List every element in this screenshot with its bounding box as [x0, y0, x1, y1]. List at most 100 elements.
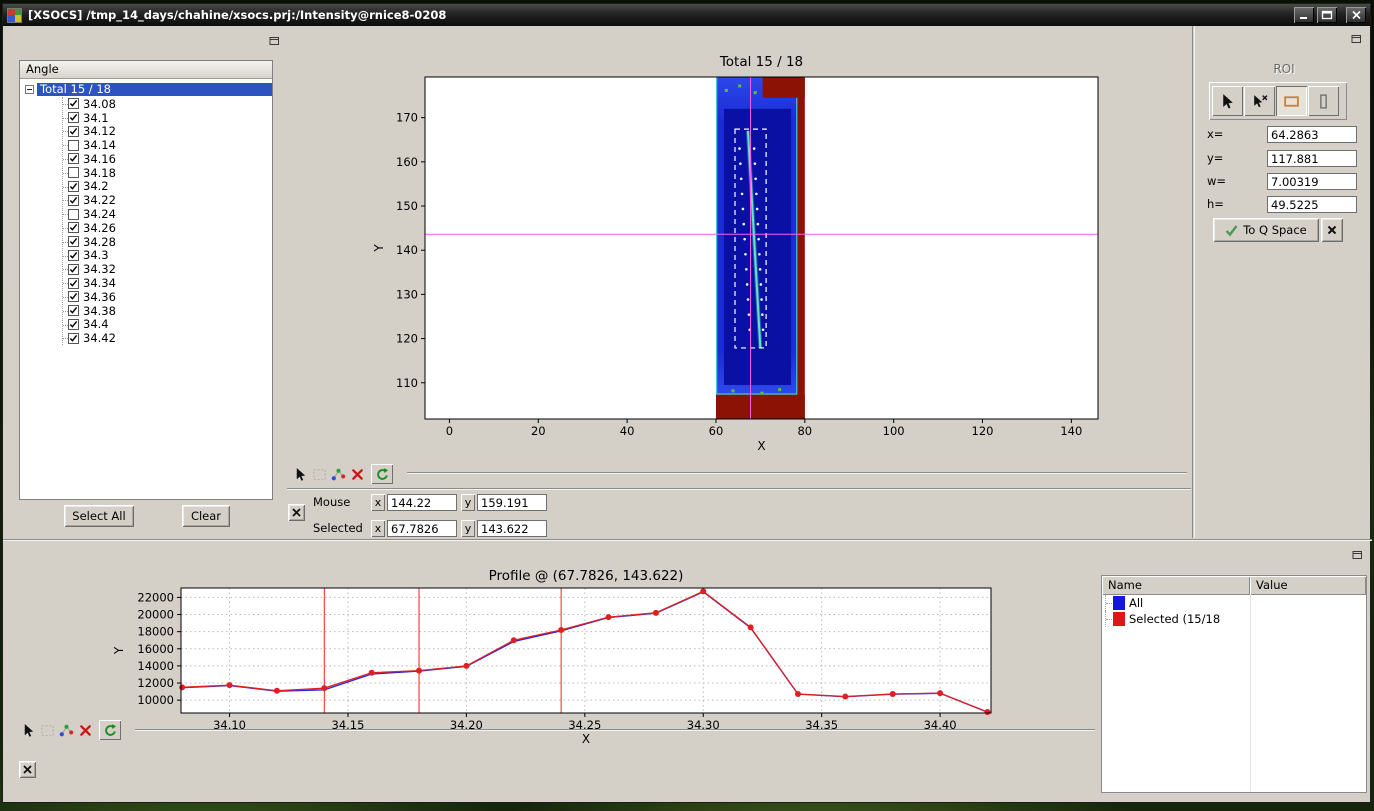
checkbox-checked-icon[interactable]: [68, 318, 79, 330]
checkbox-checked-icon[interactable]: [68, 263, 79, 275]
mouse-y-value[interactable]: 159.191: [477, 494, 547, 511]
checkbox-unchecked-icon[interactable]: [68, 208, 79, 220]
profile-plot-style-button[interactable]: [57, 721, 76, 739]
roi-tool-pointer-button[interactable]: [1212, 86, 1243, 116]
profile-close-button[interactable]: [19, 761, 36, 778]
svg-text:14000: 14000: [137, 659, 174, 673]
svg-text:X: X: [757, 439, 765, 453]
angle-item-34.28[interactable]: 34.28: [63, 235, 272, 249]
mouse-label: Mouse: [313, 495, 351, 509]
angle-item-label: 34.36: [83, 289, 116, 304]
angle-item-34.08[interactable]: 34.08: [63, 97, 272, 111]
legend-header-name[interactable]: Name: [1102, 576, 1250, 595]
checkbox-checked-icon[interactable]: [68, 332, 79, 344]
angle-item-34.38[interactable]: 34.38: [63, 304, 272, 318]
angle-item-34.3[interactable]: 34.3: [63, 248, 272, 262]
profile-close-button[interactable]: [76, 721, 95, 739]
checkbox-checked-icon[interactable]: [68, 98, 79, 110]
angle-item-34.32[interactable]: 34.32: [63, 262, 272, 276]
profile-refresh-button[interactable]: [99, 720, 121, 740]
svg-text:10000: 10000: [137, 693, 174, 707]
select-all-button[interactable]: Select All: [64, 505, 134, 527]
roi-close-button[interactable]: [1321, 218, 1343, 242]
angle-item-34.22[interactable]: 34.22: [63, 193, 272, 207]
svg-text:40: 40: [620, 424, 635, 438]
checkbox-checked-icon[interactable]: [68, 222, 79, 234]
checkbox-checked-icon[interactable]: [68, 125, 79, 137]
profile-pointer-button[interactable]: [19, 721, 38, 739]
roi-tool-vertical-roi-button[interactable]: [1308, 86, 1339, 116]
checkbox-checked-icon[interactable]: [68, 180, 79, 192]
heatmap-image: [715, 77, 805, 419]
mouse-x-value[interactable]: 144.22: [387, 494, 457, 511]
checkbox-checked-icon[interactable]: [68, 194, 79, 206]
roi-tool-rectangle-roi-button[interactable]: [1276, 86, 1307, 116]
checkbox-unchecked-icon[interactable]: [68, 139, 79, 151]
roi-x-field[interactable]: 64.2863: [1267, 126, 1357, 143]
angle-item-34.24[interactable]: 34.24: [63, 207, 272, 221]
angle-item-34.26[interactable]: 34.26: [63, 221, 272, 235]
roi-h-field[interactable]: 49.5225: [1267, 196, 1357, 213]
plot-title: Profile @ (67.7826, 143.622): [489, 568, 684, 584]
intensity-refresh-button[interactable]: [371, 464, 393, 484]
selected-x-value[interactable]: 67.7826: [387, 520, 457, 537]
vertical-splitter[interactable]: [1192, 26, 1195, 538]
checkbox-checked-icon[interactable]: [68, 236, 79, 248]
angle-item-34.34[interactable]: 34.34: [63, 276, 272, 290]
minimize-button[interactable]: [1294, 7, 1314, 23]
angle-item-34.2[interactable]: 34.2: [63, 179, 272, 193]
angle-tree-header[interactable]: Angle: [20, 61, 272, 79]
checkbox-unchecked-icon[interactable]: [68, 167, 79, 179]
angle-item-34.42[interactable]: 34.42: [63, 331, 272, 345]
angle-item-34.1[interactable]: 34.1: [63, 111, 272, 125]
angle-item-34.4[interactable]: 34.4: [63, 317, 272, 331]
angle-item-label: 34.1: [83, 110, 109, 125]
selected-y-value[interactable]: 143.622: [477, 520, 547, 537]
checkbox-checked-icon[interactable]: [68, 111, 79, 123]
angle-panel-undock-button[interactable]: [267, 34, 280, 47]
checkbox-checked-icon[interactable]: [68, 153, 79, 165]
checkbox-checked-icon[interactable]: [68, 277, 79, 289]
window-title: [XSOCS] /tmp_14_days/chahine/xsocs.prj:/…: [28, 8, 447, 22]
svg-text:140: 140: [396, 243, 418, 257]
roi-panel-undock-button[interactable]: [1349, 32, 1362, 45]
angle-item-34.18[interactable]: 34.18: [63, 166, 272, 180]
angle-item-34.14[interactable]: 34.14: [63, 138, 272, 152]
intensity-pointer-button[interactable]: [291, 465, 310, 483]
svg-text:120: 120: [396, 332, 418, 346]
roi-tool-pointer-draw-button[interactable]: [1244, 86, 1275, 116]
titlebar[interactable]: [XSOCS] /tmp_14_days/chahine/xsocs.prj:/…: [3, 4, 1370, 26]
angle-item-label: 34.24: [83, 207, 116, 222]
svg-text:12000: 12000: [137, 676, 174, 690]
roi-y-field[interactable]: 117.881: [1267, 150, 1357, 167]
intensity-plot-style-button[interactable]: [329, 465, 348, 483]
intensity-close-button[interactable]: [348, 465, 367, 483]
profile-panel-undock-button[interactable]: [1350, 548, 1363, 561]
tree-expander-icon[interactable]: [25, 85, 34, 95]
profile-line-plot[interactable]: 34.10 34.15 34.20 34.25 34.30 34.35 34.40X1000…: [15, 566, 1095, 756]
status-close-button[interactable]: [288, 504, 305, 521]
to-q-space-button[interactable]: To Q Space: [1213, 218, 1319, 242]
plot-style-icon: [331, 468, 346, 480]
angle-item-34.12[interactable]: 34.12: [63, 124, 272, 138]
intensity-zoom-rect-button[interactable]: [310, 465, 329, 483]
horizontal-splitter[interactable]: [3, 539, 1372, 541]
checkbox-checked-icon[interactable]: [68, 305, 79, 317]
angle-item-label: 34.08: [83, 96, 116, 111]
legend-row-all[interactable]: All: [1102, 595, 1366, 611]
legend-row-selected-15-18[interactable]: Selected (15/18: [1102, 611, 1366, 627]
svg-text:20: 20: [531, 424, 546, 438]
intensity-heatmap-plot[interactable]: 0 20 40 60 80 100 120 140 X 110 120 130 140 150 160 170…: [287, 26, 1191, 454]
angle-tree-root[interactable]: Total 15 / 18: [20, 83, 272, 97]
checkbox-checked-icon[interactable]: [68, 291, 79, 303]
angle-item-34.36[interactable]: 34.36: [63, 290, 272, 304]
maximize-button[interactable]: [1317, 7, 1337, 23]
clear-button[interactable]: Clear: [182, 505, 230, 527]
legend-header-value[interactable]: Value: [1250, 576, 1366, 595]
checkbox-checked-icon[interactable]: [68, 249, 79, 261]
profile-zoom-rect-button[interactable]: [38, 721, 57, 739]
roi-w-field[interactable]: 7.00319: [1267, 173, 1357, 190]
svg-text:170: 170: [396, 111, 418, 125]
close-button[interactable]: [1346, 7, 1366, 23]
angle-item-34.16[interactable]: 34.16: [63, 152, 272, 166]
